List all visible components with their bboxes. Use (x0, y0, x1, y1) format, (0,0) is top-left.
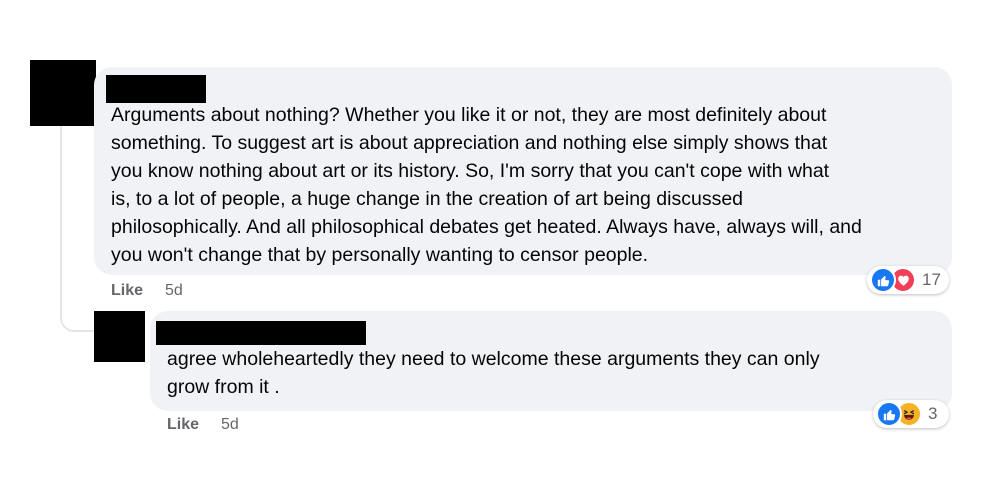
commenter-name-redacted[interactable] (106, 75, 206, 103)
reaction-count: 3 (928, 404, 938, 423)
reply-timestamp[interactable]: 5d (221, 416, 239, 434)
replier-avatar-redacted[interactable] (94, 311, 145, 362)
reaction-count: 17 (922, 270, 941, 289)
comment-bubble: Arguments about nothing? Whether you lik… (94, 67, 952, 275)
reply-bubble: agree wholeheartedly they need to welcom… (150, 311, 952, 411)
comment-timestamp[interactable]: 5d (165, 282, 183, 300)
like-button[interactable]: Like (111, 282, 143, 300)
reply-thread-connector (60, 125, 94, 332)
reply-reactions[interactable]: 3 (873, 400, 949, 428)
comment-actions: Like 5d (111, 282, 183, 300)
commenter-avatar-redacted[interactable] (30, 60, 96, 126)
replier-name-redacted[interactable] (156, 321, 366, 345)
like-button[interactable]: Like (167, 416, 199, 434)
reply-actions: Like 5d (167, 416, 239, 434)
reply-text: agree wholeheartedly they need to welcom… (167, 348, 820, 398)
like-icon (870, 267, 896, 293)
comment-reactions[interactable]: 17 (867, 266, 949, 294)
comment-text: Arguments about nothing? Whether you lik… (111, 104, 862, 266)
like-icon (876, 401, 902, 427)
